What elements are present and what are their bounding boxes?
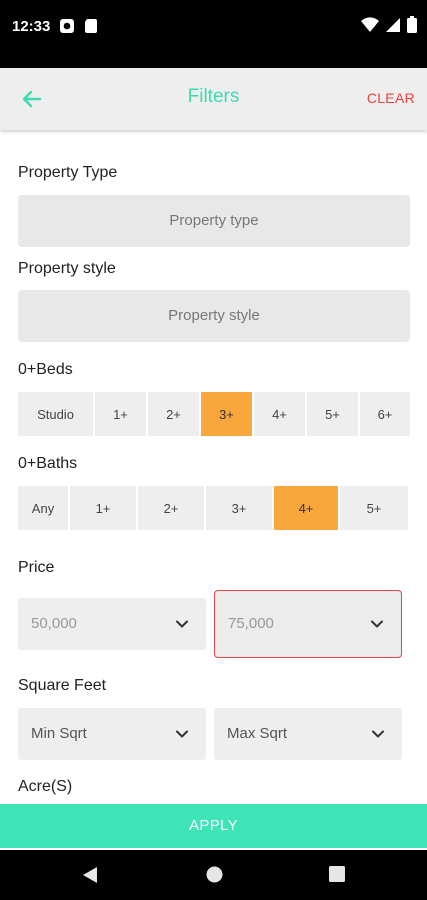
signal-icon xyxy=(386,17,400,32)
property-type-label: Property Type xyxy=(18,164,118,181)
beds-option-6[interactable]: 6+ xyxy=(360,392,410,436)
clear-button[interactable]: CLEAR xyxy=(367,90,415,106)
property-type-select[interactable]: Property type xyxy=(18,195,410,247)
acres-label: Acre(S) xyxy=(18,778,73,795)
status-time: 12:33 xyxy=(12,18,51,35)
price-min-dropdown[interactable]: 50,000 xyxy=(18,598,206,650)
status-bar: 12:33 xyxy=(0,0,427,68)
battery-icon xyxy=(407,16,417,33)
price-min-value: 50,000 xyxy=(31,615,77,632)
baths-option-any[interactable]: Any xyxy=(18,486,68,530)
chevron-down-icon xyxy=(371,620,383,628)
beds-option-3[interactable]: 3+ xyxy=(201,392,252,436)
baths-option-2[interactable]: 2+ xyxy=(138,486,204,530)
baths-selector: Any 1+ 2+ 3+ 4+ 5+ xyxy=(18,486,408,530)
beds-option-5[interactable]: 5+ xyxy=(307,392,358,436)
app-bar: Filters CLEAR xyxy=(0,68,427,130)
beds-option-1[interactable]: 1+ xyxy=(95,392,146,436)
filters-screen: Filters CLEAR Property Type Property typ… xyxy=(0,68,427,850)
baths-label: 0+Baths xyxy=(18,455,78,472)
sqft-max-dropdown[interactable]: Max Sqrt xyxy=(214,708,402,760)
navigation-bar xyxy=(0,850,427,900)
sqft-min-dropdown[interactable]: Min Sqrt xyxy=(18,708,206,760)
nav-recents-icon[interactable] xyxy=(329,866,345,882)
baths-option-5[interactable]: 5+ xyxy=(340,486,408,530)
sqft-min-value: Min Sqrt xyxy=(31,725,87,742)
page-title: Filters xyxy=(187,86,240,107)
baths-option-3[interactable]: 3+ xyxy=(206,486,272,530)
sd-card-icon xyxy=(85,19,97,33)
price-max-value: 75,000 xyxy=(228,615,274,632)
chevron-down-icon xyxy=(176,620,188,628)
property-style-label: Property style xyxy=(18,260,116,277)
apply-button[interactable]: APPLY xyxy=(0,804,427,848)
chevron-down-icon xyxy=(176,730,188,738)
baths-option-4[interactable]: 4+ xyxy=(274,486,338,530)
notification-app-icon xyxy=(60,19,74,33)
wifi-icon xyxy=(361,16,379,32)
beds-label: 0+Beds xyxy=(18,361,73,378)
nav-home-icon[interactable] xyxy=(206,866,223,883)
price-max-dropdown[interactable]: 75,000 xyxy=(214,590,402,658)
beds-selector: Studio 1+ 2+ 3+ 4+ 5+ 6+ xyxy=(18,392,410,436)
chevron-down-icon xyxy=(372,730,384,738)
beds-option-4[interactable]: 4+ xyxy=(254,392,305,436)
sqft-max-value: Max Sqrt xyxy=(227,725,288,742)
property-style-select[interactable]: Property style xyxy=(18,290,410,342)
baths-option-1[interactable]: 1+ xyxy=(70,486,136,530)
square-feet-label: Square Feet xyxy=(18,677,107,694)
price-label: Price xyxy=(18,559,55,576)
nav-back-icon[interactable] xyxy=(82,866,98,884)
beds-option-studio[interactable]: Studio xyxy=(18,392,93,436)
beds-option-2[interactable]: 2+ xyxy=(148,392,199,436)
